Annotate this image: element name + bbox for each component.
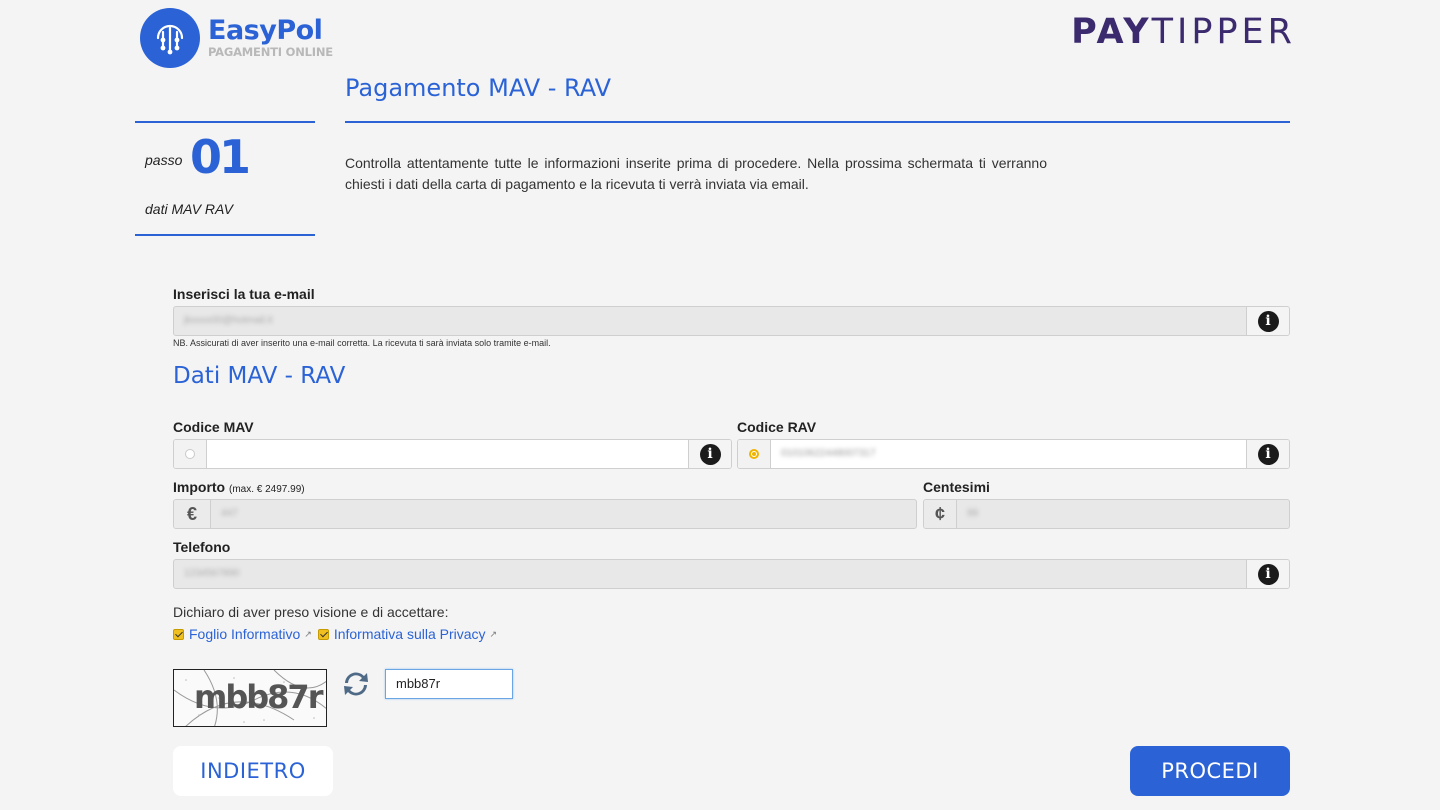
centesimi-label: Centesimi	[923, 479, 990, 495]
telefono-field[interactable]: 1234567890 i	[173, 559, 1290, 589]
privacy-checkbox[interactable]	[317, 628, 329, 640]
email-label: Inserisci la tua e-mail	[173, 286, 315, 302]
email-note: NB. Assicurati di aver inserito una e-ma…	[173, 338, 551, 348]
step-divider-bottom	[135, 234, 315, 236]
page-title: Pagamento MAV - RAV	[345, 74, 612, 102]
euro-icon: €	[174, 500, 211, 528]
mav-info-button[interactable]: i	[688, 440, 731, 468]
telefono-input[interactable]: 1234567890	[174, 560, 1246, 588]
foglio-checkbox[interactable]	[173, 628, 184, 640]
codice-rav-input[interactable]: 01010622448007317	[771, 440, 1246, 468]
partner-bold: PAY	[1071, 12, 1152, 52]
mav-radio[interactable]	[185, 449, 195, 459]
cent-icon: ¢	[924, 500, 957, 528]
step-divider-top	[135, 121, 315, 123]
email-info-button[interactable]: i	[1246, 307, 1289, 335]
step-label: dati MAV RAV	[145, 201, 233, 217]
rav-info-button[interactable]: i	[1246, 440, 1289, 468]
rav-radio[interactable]	[749, 449, 759, 459]
info-icon: i	[1257, 563, 1279, 585]
email-field[interactable]: jkxxxx00@hotmail.it i	[173, 306, 1290, 336]
codice-mav-input[interactable]	[207, 440, 688, 468]
proceed-button[interactable]: PROCEDI	[1130, 746, 1290, 796]
codice-rav-field[interactable]: 01010622448007317 i	[737, 439, 1290, 469]
back-button[interactable]: INDIETRO	[173, 746, 333, 796]
importo-input[interactable]: 447	[211, 500, 916, 528]
info-icon: i	[699, 443, 721, 465]
brand-name: EasyPol	[208, 15, 323, 47]
captcha-input[interactable]: mbb87r	[385, 669, 513, 699]
importo-hint: (max. € 2497.99)	[229, 484, 305, 495]
easypol-mark-icon	[140, 8, 200, 68]
partner-thin: TIPPER	[1151, 12, 1296, 52]
telefono-label: Telefono	[173, 539, 231, 555]
agreements-row: Foglio Informativo ↗︎ Informativa sulla …	[173, 626, 503, 642]
external-link-icon: ↗︎	[489, 628, 498, 639]
info-icon: i	[1257, 443, 1279, 465]
rav-radio-wrap[interactable]	[738, 440, 771, 468]
section-title: Dati MAV - RAV	[173, 363, 346, 389]
codice-mav-field[interactable]: i	[173, 439, 732, 469]
captcha-text: mbb87r	[194, 678, 323, 716]
email-value[interactable]: jkxxxx00@hotmail.it	[174, 307, 1246, 335]
paytipper-logo: PAYTIPPER	[1071, 12, 1296, 52]
privacy-link[interactable]: Informativa sulla Privacy	[334, 626, 486, 642]
codice-mav-label: Codice MAV	[173, 419, 254, 435]
captcha-image: mbb87r	[173, 669, 327, 727]
foglio-link[interactable]: Foglio Informativo	[189, 626, 300, 642]
external-link-icon: ↗︎	[304, 628, 312, 639]
intro-text: Controlla attentamente tutte le informaz…	[345, 155, 1047, 192]
importo-field[interactable]: € 447	[173, 499, 917, 529]
telefono-info-button[interactable]: i	[1246, 560, 1289, 588]
declaration-text: Dichiaro di aver preso visione e di acce…	[173, 604, 449, 620]
codice-rav-label: Codice RAV	[737, 419, 817, 435]
step-number: 01	[190, 130, 251, 184]
brand-subtitle: PAGAMENTI ONLINE	[208, 45, 333, 60]
centesimi-input[interactable]: 99	[957, 500, 1289, 528]
step-prefix: passo	[145, 152, 183, 168]
centesimi-field[interactable]: ¢ 99	[923, 499, 1290, 529]
importo-label-text: Importo	[173, 479, 226, 495]
easypol-logo: EasyPol PAGAMENTI ONLINE	[140, 8, 333, 68]
info-icon: i	[1257, 310, 1279, 332]
title-divider	[345, 121, 1290, 123]
mav-radio-wrap[interactable]	[174, 440, 207, 468]
refresh-captcha-icon[interactable]	[341, 669, 371, 699]
importo-label: Importo (max. € 2497.99)	[173, 479, 305, 495]
